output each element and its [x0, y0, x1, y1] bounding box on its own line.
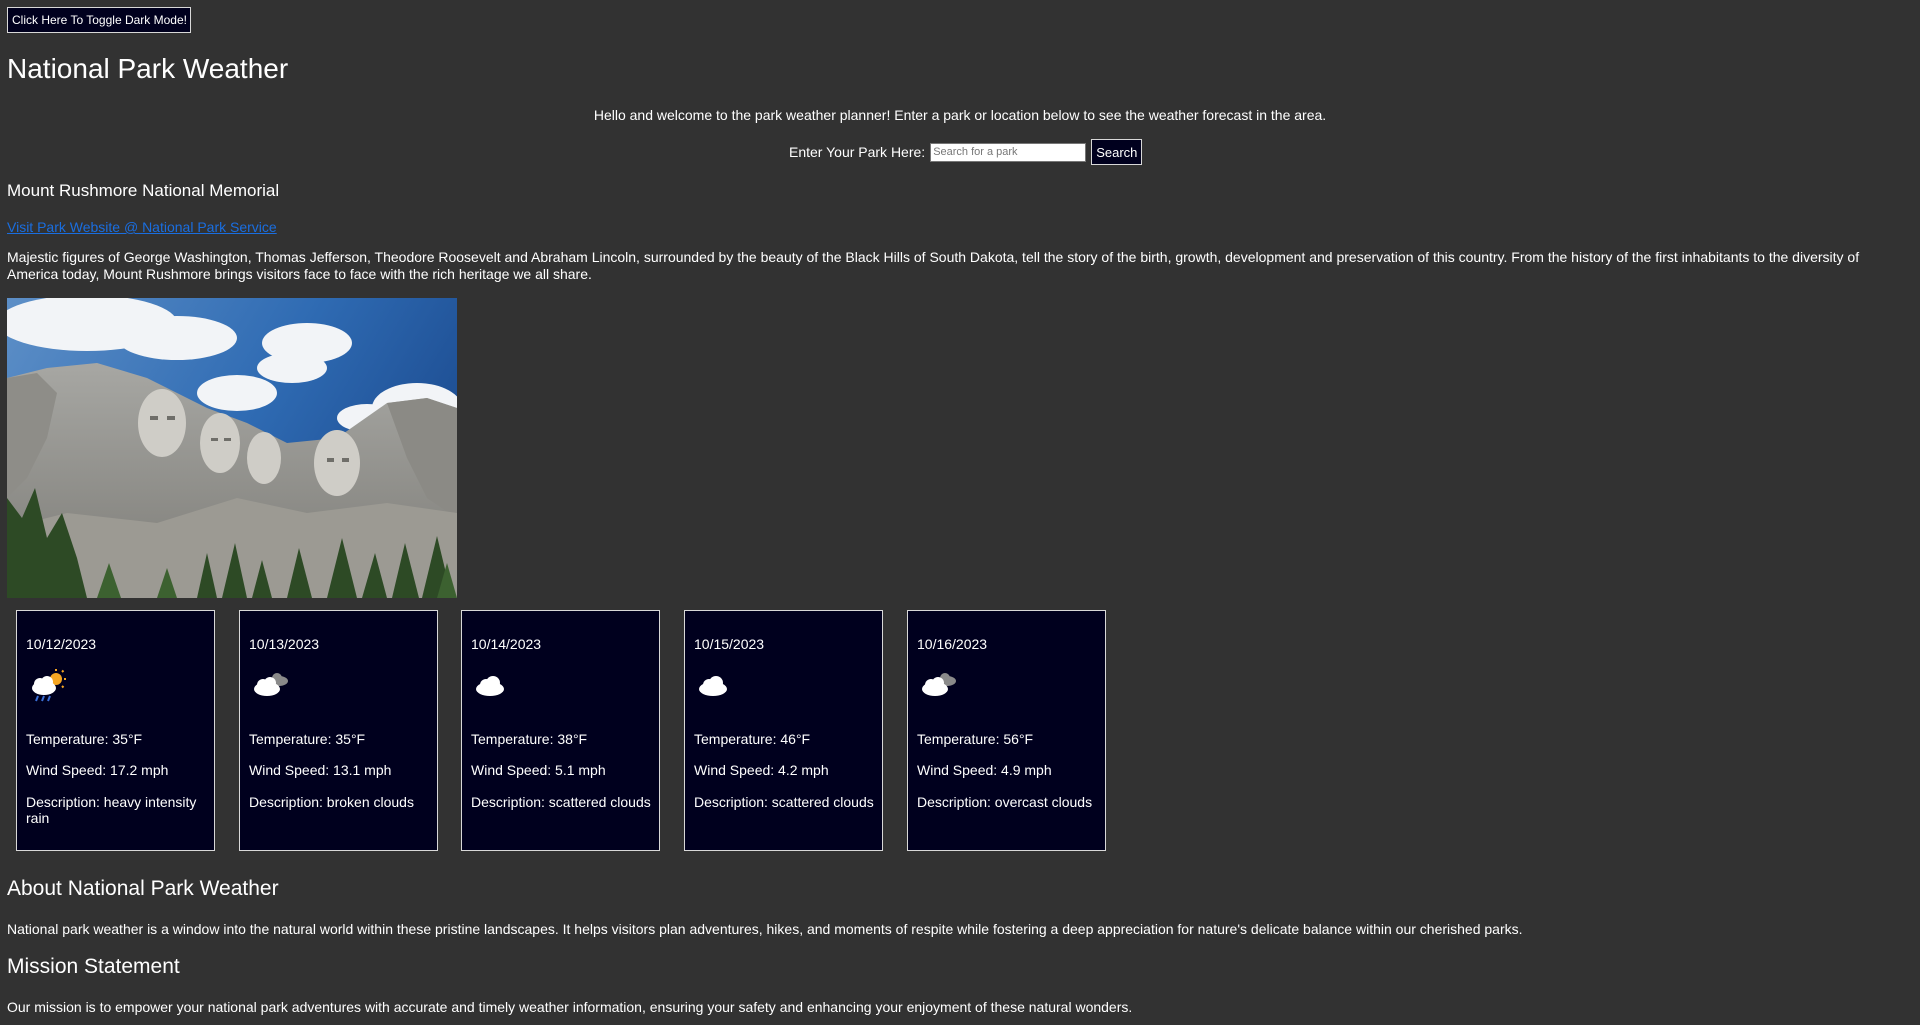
scattered-clouds-icon [471, 667, 513, 703]
welcome-message: Hello and welcome to the park weather pl… [593, 107, 1327, 123]
forecast-wind-speed: Wind Speed: 17.2 mph [26, 762, 169, 778]
forecast-date: 10/13/2023 [249, 636, 320, 652]
park-name: Mount Rushmore National Memorial [7, 181, 280, 200]
search-form: Enter Your Park Here: Search [789, 139, 1143, 165]
forecast-date: 10/14/2023 [471, 636, 542, 652]
forecast-wind-speed: Wind Speed: 5.1 mph [471, 762, 606, 778]
forecast-wind-speed: Wind Speed: 4.9 mph [917, 762, 1052, 778]
mission-text: Our mission is to empower your national … [7, 999, 1133, 1015]
park-description: Majestic figures of George Washington, T… [7, 249, 1860, 282]
forecast-description: Description: broken clouds [249, 794, 414, 810]
forecast-card: 10/14/2023 Temperature: 38°F Wind Speed:… [461, 610, 660, 851]
dark-mode-toggle-button[interactable]: Click Here To Toggle Dark Mode! [7, 7, 191, 33]
rain-sun-icon [26, 667, 68, 703]
search-label: Enter Your Park Here: [789, 144, 926, 160]
forecast-date: 10/16/2023 [917, 636, 988, 652]
broken-clouds-icon [249, 667, 291, 703]
about-heading: About National Park Weather [7, 877, 279, 900]
forecast-card: 10/16/2023 Temperature: 56°F Wind Speed:… [907, 610, 1106, 851]
forecast-description: Description: scattered clouds [694, 794, 874, 810]
forecast-temperature: Temperature: 56°F [917, 731, 1034, 747]
forecast-wind-speed: Wind Speed: 4.2 mph [694, 762, 829, 778]
forecast-card: 10/13/2023 Temperature: 35°F Wind Speed:… [239, 610, 438, 851]
forecast-date: 10/15/2023 [694, 636, 765, 652]
forecast-description: Description: overcast clouds [917, 794, 1093, 810]
park-photo [7, 298, 457, 598]
overcast-clouds-icon [917, 667, 959, 703]
scattered-clouds-icon [694, 667, 736, 703]
forecast-temperature: Temperature: 46°F [694, 731, 811, 747]
search-button[interactable]: Search [1091, 139, 1143, 165]
page: Click Here To Toggle Dark Mode! National… [0, 0, 1920, 1025]
park-website-link[interactable]: Visit Park Website @ National Park Servi… [7, 218, 277, 236]
search-input[interactable] [930, 142, 1087, 162]
forecast-temperature: Temperature: 35°F [26, 731, 143, 747]
forecast-description: Description: heavy intensity rain [26, 794, 197, 826]
forecast-card: 10/12/2023 Temperature: 35°F Wind Speed:… [16, 610, 215, 851]
mission-heading: Mission Statement [7, 955, 180, 978]
forecast-description: Description: scattered clouds [471, 794, 651, 810]
page-title: National Park Weather [7, 53, 289, 84]
forecast-wind-speed: Wind Speed: 13.1 mph [249, 762, 392, 778]
forecast-temperature: Temperature: 38°F [471, 731, 588, 747]
forecast-temperature: Temperature: 35°F [249, 731, 366, 747]
forecast-card: 10/15/2023 Temperature: 46°F Wind Speed:… [684, 610, 883, 851]
forecast-date: 10/12/2023 [26, 636, 97, 652]
about-text: National park weather is a window into t… [7, 921, 1523, 937]
